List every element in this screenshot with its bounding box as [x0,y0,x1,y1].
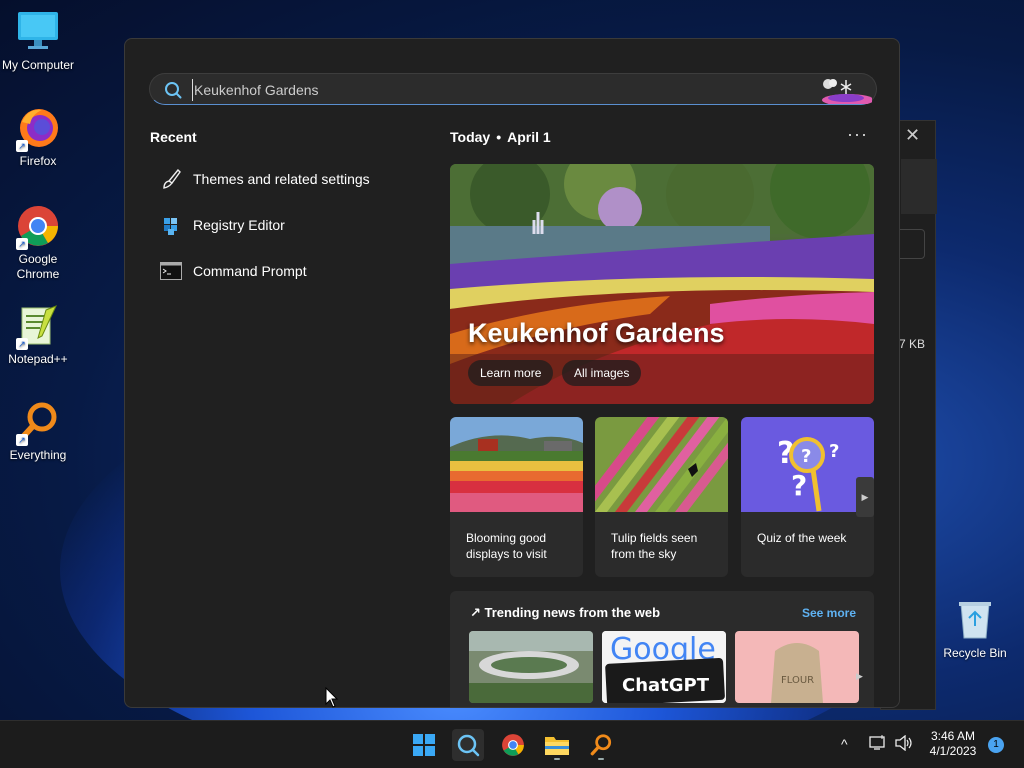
start-icon [413,734,435,756]
search-icon [165,82,182,99]
taskbar: ^ 3:46 AM 4/1/2023 1 [0,720,1024,768]
thumb-text-flour: FLOUR [781,675,814,686]
network-icon[interactable] [869,735,887,754]
monitor-icon [16,10,60,54]
desktop-icon-label: Recycle Bin [943,646,1007,660]
clock-time: 3:46 AM [930,729,976,743]
trending-title: ↗ Trending news from the web [470,605,660,621]
card-caption: Tulip fields seen from the sky [611,531,698,561]
card-image [450,417,583,512]
notification-badge[interactable]: 1 [988,737,1004,753]
card-caption: Quiz of the week [757,531,847,545]
trending-next-arrow[interactable]: ▶ [856,671,863,682]
taskbar-search-button[interactable] [452,729,484,761]
desktop-icon-label: Firefox [19,154,57,168]
more-options-button[interactable]: ··· [847,124,868,145]
desktop-icon-recycle-bin[interactable]: Recycle Bin [937,598,1013,661]
taskbar-file-explorer-button[interactable] [541,729,573,761]
recent-item-registry-editor[interactable]: Registry Editor [159,213,419,237]
notepadpp-icon: ↗ [16,304,60,350]
svg-text:?: ? [829,441,839,462]
today-label: Today [450,129,491,145]
learn-more-button[interactable]: Learn more [468,360,554,386]
volume-icon[interactable] [895,734,913,754]
search-highlight-illustration [822,79,872,104]
news-thumbnail-chatgpt[interactable]: Google ChatGPT [602,631,726,703]
cmd-icon [159,260,183,282]
trending-title-text: Trending news from the web [484,605,661,620]
trending-up-icon: ↗ [470,605,485,620]
taskbar-chrome-button[interactable] [497,729,529,761]
svg-text:?: ? [801,446,811,467]
running-indicator [598,758,604,760]
file-size-text: 7 KB [899,337,926,351]
recycle-bin-icon [953,598,997,642]
desktop-icon-label: My Computer [1,58,75,72]
brush-icon [159,168,183,190]
search-panel: Recent Themes and related settings Regis… [124,38,900,708]
search-bar[interactable] [149,73,877,105]
all-images-button[interactable]: All images [562,360,642,386]
today-heading: Today • April 1 [450,129,551,145]
firefox-icon: ↗ [16,106,60,152]
recent-item-themes[interactable]: Themes and related settings [159,167,419,191]
running-indicator [554,758,560,760]
system-clock[interactable]: 3:46 AM 4/1/2023 [918,729,988,759]
cards-next-arrow[interactable]: ▶ [856,477,874,517]
recent-heading: Recent [150,129,197,145]
today-date: April 1 [507,129,551,145]
card-quiz-of-the-week[interactable]: ???? Quiz of the week [741,417,874,577]
file-explorer-icon [545,737,569,755]
desktop-icon-everything[interactable]: ↗ Everything [0,400,76,463]
desktop-icon-notepadpp[interactable]: ↗ Notepad++ [0,304,76,367]
desktop-icon-firefox[interactable]: ↗ Firefox [0,106,76,169]
search-input[interactable] [192,79,792,101]
taskbar-everything-button[interactable] [585,729,617,761]
card-blooming-displays[interactable]: Blooming good displays to visit [450,417,583,577]
card-caption: Blooming good displays to visit [466,531,547,561]
card-image: ???? [741,417,874,512]
recent-item-label: Themes and related settings [193,171,370,187]
today-separator: • [496,129,502,145]
window-header [901,159,937,214]
desktop-icon-label: Everything [9,448,67,462]
clock-date: 4/1/2023 [929,744,977,758]
everything-icon: ↗ [16,400,60,446]
card-tulip-fields-sky[interactable]: Tulip fields seen from the sky [595,417,728,577]
news-thumbnail-campus[interactable] [469,631,593,703]
desktop-icon-my-computer[interactable]: My Computer [0,10,76,73]
card-image [595,417,728,512]
news-thumbnail-flour[interactable]: FLOUR [735,631,859,703]
thumb-text-chatgpt: ChatGPT [622,675,710,696]
start-button[interactable] [408,729,440,761]
recent-item-label: Command Prompt [193,263,307,279]
search-icon [457,734,480,757]
desktop-icon-chrome[interactable]: ↗ Google Chrome [0,204,76,282]
close-icon[interactable]: ✕ [905,125,920,146]
recent-item-command-prompt[interactable]: Command Prompt [159,259,419,283]
svg-text:?: ? [791,469,807,502]
trending-news-section: ↗ Trending news from the web See more Go… [450,591,874,707]
everything-icon [590,734,612,756]
chrome-icon [502,734,524,756]
desktop-icon-label: Notepad++ [8,352,68,366]
see-more-link[interactable]: See more [802,606,856,620]
mouse-cursor-icon [325,687,339,708]
registry-icon [159,214,183,236]
hero-title: Keukenhof Gardens [468,318,725,348]
tray-overflow-chevron[interactable]: ^ [841,736,848,752]
recent-item-label: Registry Editor [193,217,285,233]
desktop-icon-label: Google Chrome [16,252,60,281]
chrome-icon: ↗ [16,204,60,250]
hero-card[interactable]: Keukenhof Gardens Learn more All images [450,164,874,404]
